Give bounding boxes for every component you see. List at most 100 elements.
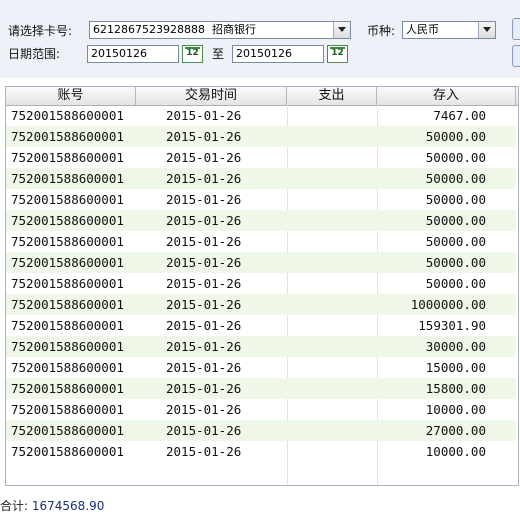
cell-account: 752001588600001 xyxy=(11,381,124,396)
cell-expense xyxy=(291,357,373,378)
column-header-deposit[interactable]: 存入 xyxy=(377,87,516,105)
cell-deposit: 1000000.00 xyxy=(410,297,486,312)
cell-deposit: 50000.00 xyxy=(425,171,486,186)
table-row[interactable]: 752001588600001 2015-01-26 10000.00 xyxy=(6,441,516,462)
cell-deposit: 27000.00 xyxy=(425,423,486,438)
table-row[interactable]: 752001588600001 2015-01-26 50000.00 xyxy=(6,231,516,252)
table-row[interactable]: 752001588600001 2015-01-26 1000000.00 xyxy=(6,294,516,315)
table-row[interactable]: 752001588600001 2015-01-26 10000.00 xyxy=(6,399,516,420)
cell-expense xyxy=(291,147,373,168)
column-header-expense[interactable]: 支出 xyxy=(287,87,377,105)
cell-time: 2015-01-26 xyxy=(166,129,242,144)
chevron-down-icon xyxy=(483,27,491,32)
currency-select[interactable]: 人民币 xyxy=(402,21,496,39)
cell-account: 752001588600001 xyxy=(11,318,124,333)
table-row[interactable]: 752001588600001 2015-01-26 30000.00 xyxy=(6,336,516,357)
cell-account: 752001588600001 xyxy=(11,255,124,270)
cell-deposit: 50000.00 xyxy=(425,234,486,249)
cell-account: 752001588600001 xyxy=(11,171,124,186)
cell-deposit: 50000.00 xyxy=(425,192,486,207)
currency-dropdown-button[interactable] xyxy=(478,22,495,38)
cell-account: 752001588600001 xyxy=(11,213,124,228)
table-row[interactable]: 752001588600001 2015-01-26 27000.00 xyxy=(6,420,516,441)
cell-account: 752001588600001 xyxy=(11,402,124,417)
cell-account: 752001588600001 xyxy=(11,234,124,249)
table-row[interactable]: 752001588600001 2015-01-26 50000.00 xyxy=(6,210,516,231)
table-row[interactable]: 752001588600001 2015-01-26 15800.00 xyxy=(6,378,516,399)
cell-time: 2015-01-26 xyxy=(166,108,242,123)
cell-expense xyxy=(291,336,373,357)
table-row[interactable]: 752001588600001 2015-01-26 159301.90 xyxy=(6,315,516,336)
cell-expense xyxy=(291,273,373,294)
table-row[interactable]: 752001588600001 2015-01-26 50000.00 xyxy=(6,252,516,273)
cell-expense xyxy=(291,189,373,210)
cell-expense xyxy=(291,441,373,462)
cell-expense xyxy=(291,252,373,273)
card-select[interactable]: 6212867523928888 招商银行 xyxy=(89,21,351,39)
cell-time: 2015-01-26 xyxy=(166,381,242,396)
cell-time: 2015-01-26 xyxy=(166,171,242,186)
cell-expense xyxy=(291,399,373,420)
column-header-time[interactable]: 交易时间 xyxy=(136,87,287,105)
cell-deposit: 15800.00 xyxy=(425,381,486,396)
cell-deposit: 50000.00 xyxy=(425,150,486,165)
column-header-account[interactable]: 账号 xyxy=(6,87,136,105)
cell-expense xyxy=(291,231,373,252)
cell-time: 2015-01-26 xyxy=(166,276,242,291)
cell-deposit: 50000.00 xyxy=(425,255,486,270)
cell-time: 2015-01-26 xyxy=(166,297,242,312)
cell-time: 2015-01-26 xyxy=(166,192,242,207)
cell-deposit: 50000.00 xyxy=(425,129,486,144)
card-bank: 招商银行 xyxy=(212,23,256,36)
table-row[interactable]: 752001588600001 2015-01-26 50000.00 xyxy=(6,168,516,189)
table-header: 账号 交易时间 支出 存入 xyxy=(6,87,518,106)
cell-time: 2015-01-26 xyxy=(166,213,242,228)
date-to-label: 至 xyxy=(212,47,225,61)
calendar-icon[interactable]: 12 xyxy=(182,45,203,63)
filter-panel: 请选择卡号: 6212867523928888 招商银行 币种: 人民币 日期范… xyxy=(0,0,520,78)
table-row[interactable]: 752001588600001 2015-01-26 7467.00 xyxy=(6,105,516,126)
export-button[interactable] xyxy=(512,45,520,67)
table-row[interactable]: 752001588600001 2015-01-26 15000.00 xyxy=(6,357,516,378)
cell-account: 752001588600001 xyxy=(11,129,124,144)
cell-account: 752001588600001 xyxy=(11,108,124,123)
date-range-label: 日期范围: xyxy=(8,47,61,61)
cell-deposit: 30000.00 xyxy=(425,339,486,354)
table-row[interactable]: 752001588600001 2015-01-26 50000.00 xyxy=(6,189,516,210)
cell-time: 2015-01-26 xyxy=(166,444,242,459)
table-row[interactable]: 752001588600001 2015-01-26 50000.00 xyxy=(6,147,516,168)
cell-account: 752001588600001 xyxy=(11,150,124,165)
cell-time: 2015-01-26 xyxy=(166,234,242,249)
cell-account: 752001588600001 xyxy=(11,360,124,375)
cell-time: 2015-01-26 xyxy=(166,423,242,438)
cell-expense xyxy=(291,126,373,147)
total-summary: 合计: 1674568.90 xyxy=(0,497,104,514)
cell-account: 752001588600001 xyxy=(11,339,124,354)
cell-deposit: 50000.00 xyxy=(425,213,486,228)
cell-account: 752001588600001 xyxy=(11,192,124,207)
cell-expense xyxy=(291,294,373,315)
cell-time: 2015-01-26 xyxy=(166,402,242,417)
cell-account: 752001588600001 xyxy=(11,297,124,312)
cell-time: 2015-01-26 xyxy=(166,255,242,270)
calendar-icon[interactable]: 12 xyxy=(327,45,348,63)
chevron-down-icon xyxy=(338,27,346,32)
query-button[interactable] xyxy=(512,18,520,40)
cell-account: 752001588600001 xyxy=(11,423,124,438)
card-number: 6212867523928888 xyxy=(93,23,205,36)
cell-time: 2015-01-26 xyxy=(166,318,242,333)
cell-deposit: 10000.00 xyxy=(425,444,486,459)
cell-expense xyxy=(291,420,373,441)
cell-account: 752001588600001 xyxy=(11,276,124,291)
cell-deposit: 7467.00 xyxy=(433,108,486,123)
cell-expense xyxy=(291,105,373,126)
cell-expense xyxy=(291,378,373,399)
card-dropdown-button[interactable] xyxy=(333,22,350,38)
date-from-input[interactable]: 20150126 xyxy=(87,45,179,63)
transactions-table: 账号 交易时间 支出 存入 752001588600001 2015-01-26 7… xyxy=(5,86,519,486)
card-label: 请选择卡号: xyxy=(8,24,73,38)
cell-expense xyxy=(291,210,373,231)
date-to-input[interactable]: 20150126 xyxy=(232,45,324,63)
table-row[interactable]: 752001588600001 2015-01-26 50000.00 xyxy=(6,273,516,294)
table-row[interactable]: 752001588600001 2015-01-26 50000.00 xyxy=(6,126,516,147)
